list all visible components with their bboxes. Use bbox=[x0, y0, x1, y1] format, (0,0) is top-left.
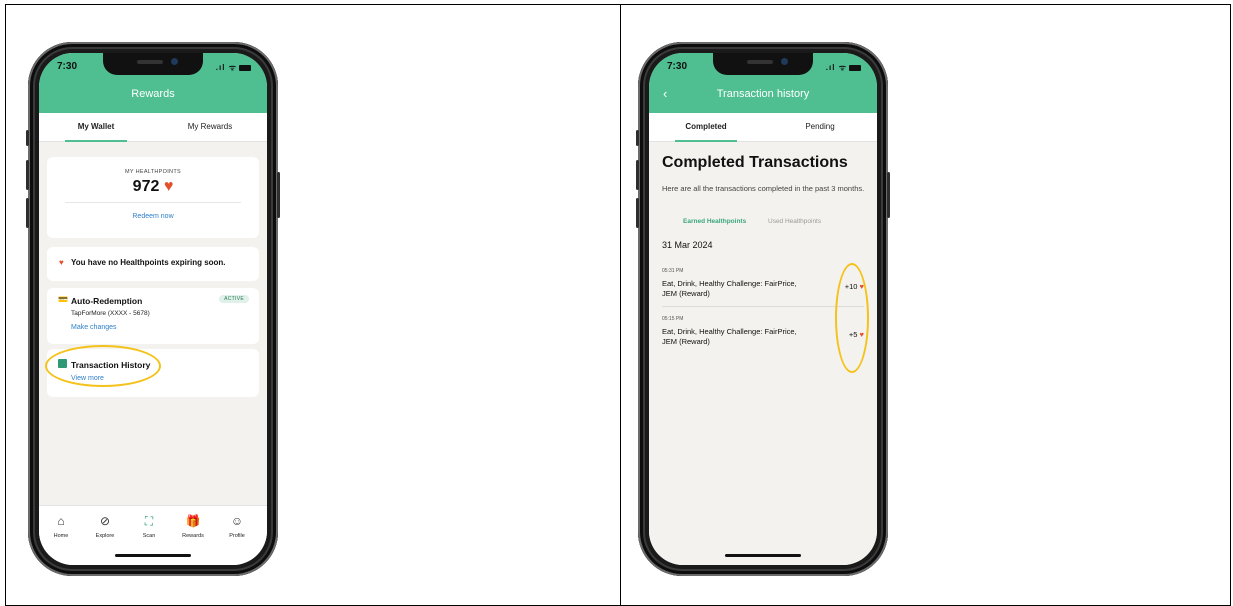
expiry-card: ♥ You have no Healthpoints expiring soon… bbox=[47, 247, 259, 281]
silent-switch bbox=[26, 130, 29, 146]
divider bbox=[662, 306, 864, 307]
transaction-desc: Eat, Drink, Healthy Challenge: FairPrice… bbox=[662, 279, 797, 298]
healthpoints-card: MY HEALTHPOINTS 972 ♥ Redeem now bbox=[47, 157, 259, 238]
power-button bbox=[887, 172, 890, 218]
scan-icon: ⛶ bbox=[144, 514, 154, 528]
active-badge: ACTIVE bbox=[219, 295, 249, 303]
phone-right: 7:30 .ıl ᯤ ‹ Transaction history Complet… bbox=[636, 42, 890, 576]
heart-icon: ♥ bbox=[163, 178, 174, 195]
date-header: 31 Mar 2024 bbox=[662, 240, 713, 250]
nav-home[interactable]: ⌂ Home bbox=[39, 514, 83, 539]
tab-my-wallet[interactable]: My Wallet bbox=[39, 113, 153, 142]
status-time: 7:30 bbox=[667, 61, 688, 72]
screen-right: 7:30 .ıl ᯤ ‹ Transaction history Complet… bbox=[649, 53, 877, 565]
highlight-circle bbox=[835, 263, 869, 373]
nav-scan[interactable]: ⛶ Scan bbox=[127, 514, 171, 539]
signal-wifi-battery-icon: .ıl ᯤ bbox=[216, 62, 251, 73]
redeem-now-link[interactable]: Redeem now bbox=[47, 213, 259, 220]
transaction-time: 05:15 PM bbox=[662, 316, 684, 322]
panel-divider bbox=[620, 4, 621, 606]
tab-completed[interactable]: Completed bbox=[649, 113, 763, 142]
tab-pending[interactable]: Pending bbox=[763, 113, 877, 142]
healthpoints-label: MY HEALTHPOINTS bbox=[125, 169, 181, 175]
home-indicator[interactable] bbox=[725, 554, 801, 557]
wallet-tabs: My Wallet My Rewards bbox=[39, 113, 267, 142]
highlight-circle bbox=[45, 345, 161, 387]
make-changes-link[interactable]: Make changes bbox=[71, 324, 117, 331]
heart-icon: ♥ bbox=[59, 258, 64, 267]
section-heading: Completed Transactions bbox=[662, 154, 848, 171]
volume-up-button bbox=[636, 160, 639, 190]
auto-redemption-card[interactable]: 💳 Auto-Redemption ACTIVE TapForMore (XXX… bbox=[47, 288, 259, 344]
notch bbox=[103, 53, 203, 75]
healthpoints-value: 972 ♥ bbox=[132, 178, 174, 195]
nav-explore[interactable]: ⊘ Explore bbox=[83, 514, 127, 539]
app-bar: ‹ Transaction history bbox=[649, 83, 877, 113]
page-title: Rewards bbox=[131, 88, 175, 100]
silent-switch bbox=[636, 130, 639, 146]
card-divider bbox=[65, 202, 241, 203]
transaction-tabs: Completed Pending bbox=[649, 113, 877, 142]
card-stack-icon: 💳 bbox=[58, 295, 68, 304]
compass-icon: ⊘ bbox=[99, 514, 111, 528]
tab-my-rewards[interactable]: My Rewards bbox=[153, 113, 267, 142]
volume-down-button bbox=[26, 198, 29, 228]
profile-icon: ☺ bbox=[230, 514, 244, 528]
bottom-nav: ⌂ Home ⊘ Explore ⛶ Scan 🎁 Rewards ☺ Prof… bbox=[39, 505, 267, 565]
power-button bbox=[277, 172, 280, 218]
nav-rewards[interactable]: 🎁 Rewards bbox=[171, 514, 215, 539]
section-description: Here are all the transactions completed … bbox=[662, 184, 865, 193]
screen-left: 7:30 .ıl ᯤ Rewards My Wallet My Rewards … bbox=[39, 53, 267, 565]
gift-icon: 🎁 bbox=[185, 514, 201, 528]
expiry-notice: You have no Healthpoints expiring soon. bbox=[71, 258, 226, 267]
status-time: 7:30 bbox=[57, 61, 78, 72]
nav-profile[interactable]: ☺ Profile bbox=[215, 514, 259, 539]
transaction-desc: Eat, Drink, Healthy Challenge: FairPrice… bbox=[662, 327, 797, 346]
subtab-earned[interactable]: Earned Healthpoints bbox=[683, 218, 746, 225]
subtab-used[interactable]: Used Healthpoints bbox=[768, 218, 821, 225]
transaction-time: 05:31 PM bbox=[662, 268, 684, 274]
volume-down-button bbox=[636, 198, 639, 228]
transaction-row[interactable]: 05:31 PM Eat, Drink, Healthy Challenge: … bbox=[662, 268, 864, 299]
notch bbox=[713, 53, 813, 75]
transaction-row[interactable]: 05:15 PM Eat, Drink, Healthy Challenge: … bbox=[662, 316, 864, 347]
home-indicator[interactable] bbox=[115, 554, 191, 557]
phone-left: 7:30 .ıl ᯤ Rewards My Wallet My Rewards … bbox=[26, 42, 280, 576]
home-icon: ⌂ bbox=[57, 514, 65, 528]
app-bar: Rewards bbox=[39, 83, 267, 113]
back-arrow-icon[interactable]: ‹ bbox=[663, 83, 667, 105]
auto-redemption-title: Auto-Redemption bbox=[71, 296, 143, 306]
signal-wifi-battery-icon: .ıl ᯤ bbox=[826, 62, 861, 73]
volume-up-button bbox=[26, 160, 29, 190]
auto-redemption-account: TapForMore (XXXX - 5678) bbox=[71, 310, 150, 317]
page-title: Transaction history bbox=[716, 88, 810, 100]
